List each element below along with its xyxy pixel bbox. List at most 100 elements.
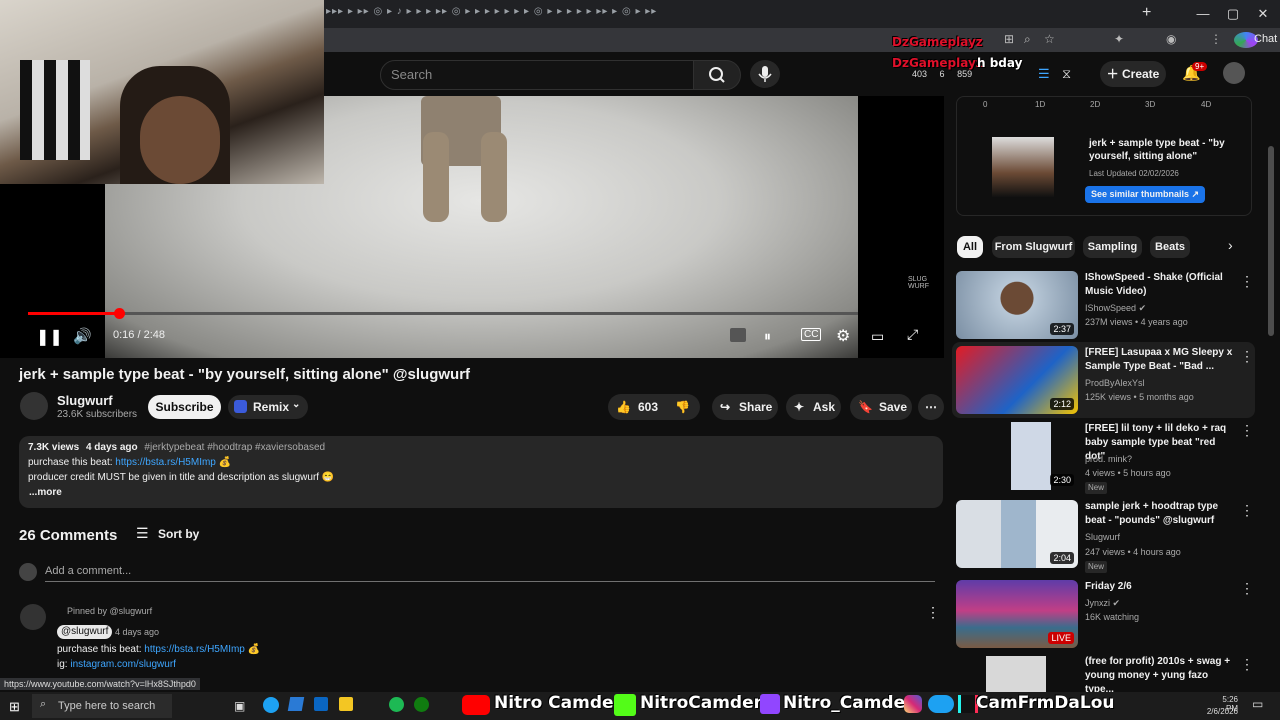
spotify-icon[interactable] — [389, 697, 404, 712]
rec-thumbnail[interactable]: LIVE — [956, 580, 1078, 648]
profile-icon[interactable]: ◉ — [1166, 32, 1176, 46]
rec-menu-icon[interactable]: ⋮ — [1240, 273, 1254, 290]
puzzle-icon[interactable]: ✦ — [1114, 32, 1124, 46]
comment-author-handle[interactable]: @slugwurf — [57, 625, 113, 639]
more-actions-icon[interactable]: ⋯ — [918, 394, 944, 420]
instagram-link[interactable]: instagram.com/slugwurf — [70, 659, 176, 670]
voice-search-button[interactable] — [750, 60, 780, 88]
see-similar-thumbnails-button[interactable]: See similar thumbnails ↗ — [1085, 186, 1206, 203]
rec-channel[interactable]: Slugwurf — [1085, 530, 1235, 544]
miniplayer-icon[interactable]: ⏸ — [764, 328, 771, 345]
account-avatar[interactable] — [1223, 62, 1245, 84]
close-icon[interactable]: ✕ — [1248, 4, 1278, 24]
outlook-icon[interactable] — [314, 697, 328, 711]
theater-mode-icon[interactable]: ▭ — [871, 328, 884, 345]
chat-label[interactable]: Chat — [1254, 33, 1277, 45]
taskbar-search-input[interactable]: ⌕ Type here to search — [32, 694, 172, 718]
rec-channel[interactable]: ProdByAlexYsl — [1085, 376, 1235, 390]
clock-date[interactable]: 2/6/2026 — [1204, 707, 1238, 716]
chip-sampling[interactable]: Sampling — [1083, 236, 1142, 258]
chevron-right-icon[interactable]: › — [1228, 237, 1233, 253]
channel-avatar[interactable] — [20, 392, 48, 420]
overlay-name-kick: NitroCamden — [640, 693, 766, 713]
zoom-icon[interactable]: ⌕ — [1024, 32, 1031, 47]
remix-button[interactable]: Remix ⌄ — [228, 395, 308, 419]
rec-thumbnail[interactable]: 2:30 — [956, 422, 1078, 490]
rec-menu-icon[interactable]: ⋮ — [1240, 422, 1254, 439]
rec-title[interactable]: IShowSpeed - Shake (Official Music Video… — [1085, 271, 1235, 299]
purchase-link[interactable]: https://bsta.rs/H5MImp — [115, 457, 216, 468]
commenter-avatar[interactable] — [20, 604, 46, 630]
comment-emoji: 💰 — [247, 644, 261, 655]
microphone-icon — [758, 66, 772, 82]
add-comment-input[interactable]: Add a comment... — [45, 565, 935, 582]
rec-channel[interactable]: IShowSpeed ✔ — [1085, 301, 1235, 315]
settings-gear-icon[interactable]: ⚙ — [836, 326, 850, 346]
rec-channel[interactable]: prod. mink? — [1085, 452, 1235, 466]
pause-icon[interactable]: ❚❚ — [36, 327, 63, 347]
search-icon: ⌕ — [40, 698, 47, 710]
task-view-icon[interactable]: ▣ — [234, 699, 245, 713]
share-button[interactable]: ↪ Share — [712, 394, 778, 420]
new-badge: New — [1085, 482, 1107, 494]
save-button[interactable]: 🔖 Save — [850, 394, 912, 420]
list-icon[interactable]: ☰ — [1038, 66, 1050, 82]
search-input[interactable]: Search — [380, 60, 694, 90]
sort-by-button[interactable]: Sort by — [158, 527, 199, 541]
rec-thumbnail[interactable] — [956, 656, 1078, 692]
hashtags[interactable]: #jerktypebeat #hoodtrap #xaviersobased — [144, 442, 325, 453]
thumbs-down-icon[interactable]: 👎 — [675, 394, 690, 420]
browser-tabs[interactable]: ▸▸▸ ▸ ▸▸ ◎ ▸ ♪ ▸ ▸ ▸ ▸▸ ◎ ▸ ▸ ▸ ▸ ▸ ▸ ▸ … — [326, 6, 1146, 22]
rec-menu-icon[interactable]: ⋮ — [1240, 348, 1254, 365]
kick-logo-icon — [614, 694, 636, 716]
show-more-link[interactable]: ...more — [29, 485, 62, 500]
duration-badge: 2:04 — [1050, 552, 1074, 564]
notification-center-icon[interactable]: ▭ — [1252, 697, 1263, 711]
minimize-icon[interactable]: — — [1188, 4, 1218, 24]
current-thumbnail[interactable] — [992, 137, 1054, 197]
rec-title[interactable]: sample jerk + hoodtrap type beat - "poun… — [1085, 500, 1235, 528]
search-button[interactable] — [693, 60, 741, 90]
menu-dots-icon[interactable]: ⋮ — [1210, 32, 1222, 46]
store-icon[interactable] — [287, 697, 305, 711]
rec-thumbnail[interactable]: 2:37 — [956, 271, 1078, 339]
bookmark-icon: 🔖 — [858, 400, 873, 414]
rec-channel[interactable]: Jynxzi ✔ — [1085, 596, 1235, 610]
volume-icon[interactable]: 🔊 — [73, 327, 92, 345]
ask-button[interactable]: ✦ Ask — [786, 394, 841, 420]
chip-beats[interactable]: Beats — [1150, 236, 1190, 258]
extension-icon[interactable]: ⊞ — [1004, 32, 1014, 46]
windows-start-icon[interactable]: ⊞ — [9, 699, 20, 715]
description-box[interactable]: 7.3K views 4 days ago #jerktypebeat #hoo… — [19, 436, 943, 508]
comment-menu-icon[interactable]: ⋮ — [926, 604, 940, 621]
maximize-icon[interactable]: ▢ — [1218, 4, 1248, 24]
rec-thumbnail[interactable]: 2:04 — [956, 500, 1078, 568]
rec-thumbnail[interactable]: 2:12 — [956, 346, 1078, 414]
channel-name[interactable]: Slugwurf — [57, 393, 113, 408]
edge-browser-icon[interactable] — [263, 697, 279, 713]
rec-menu-icon[interactable]: ⋮ — [1240, 580, 1254, 597]
file-explorer-icon[interactable] — [339, 697, 353, 711]
autoplay-toggle-icon[interactable] — [730, 328, 746, 342]
rec-title[interactable]: (free for profit) 2010s + swag + young m… — [1085, 655, 1235, 697]
rec-menu-icon[interactable]: ⋮ — [1240, 502, 1254, 519]
like-count[interactable]: 603 — [638, 394, 658, 420]
rec-menu-icon[interactable]: ⋮ — [1240, 656, 1254, 673]
filter-icon[interactable]: ⧖ — [1062, 66, 1071, 82]
rec-title[interactable]: [FREE] Lasupaa x MG Sleepy x Sample Type… — [1085, 346, 1235, 374]
chip-all[interactable]: All — [957, 236, 983, 258]
bookmark-star-icon[interactable]: ☆ — [1044, 32, 1055, 46]
progress-bar[interactable] — [28, 308, 858, 319]
comment-purchase-link[interactable]: https://bsta.rs/H5MImp — [144, 644, 245, 655]
scrollbar-thumb[interactable] — [1268, 146, 1274, 336]
xbox-icon[interactable] — [414, 697, 429, 712]
sort-icon[interactable]: ☰ — [136, 525, 149, 542]
create-button[interactable]: ＋ Create — [1100, 61, 1166, 87]
chip-from-slugwurf[interactable]: From Slugwurf — [992, 236, 1075, 258]
rec-title[interactable]: Friday 2/6 — [1085, 580, 1235, 594]
captions-icon[interactable]: CC — [801, 328, 822, 341]
subscribe-button[interactable]: Subscribe — [148, 395, 221, 419]
thumbs-up-icon[interactable]: 👍 — [616, 394, 631, 420]
new-tab-icon[interactable]: + — [1142, 4, 1151, 22]
fullscreen-icon[interactable]: ⤢ — [907, 326, 918, 343]
